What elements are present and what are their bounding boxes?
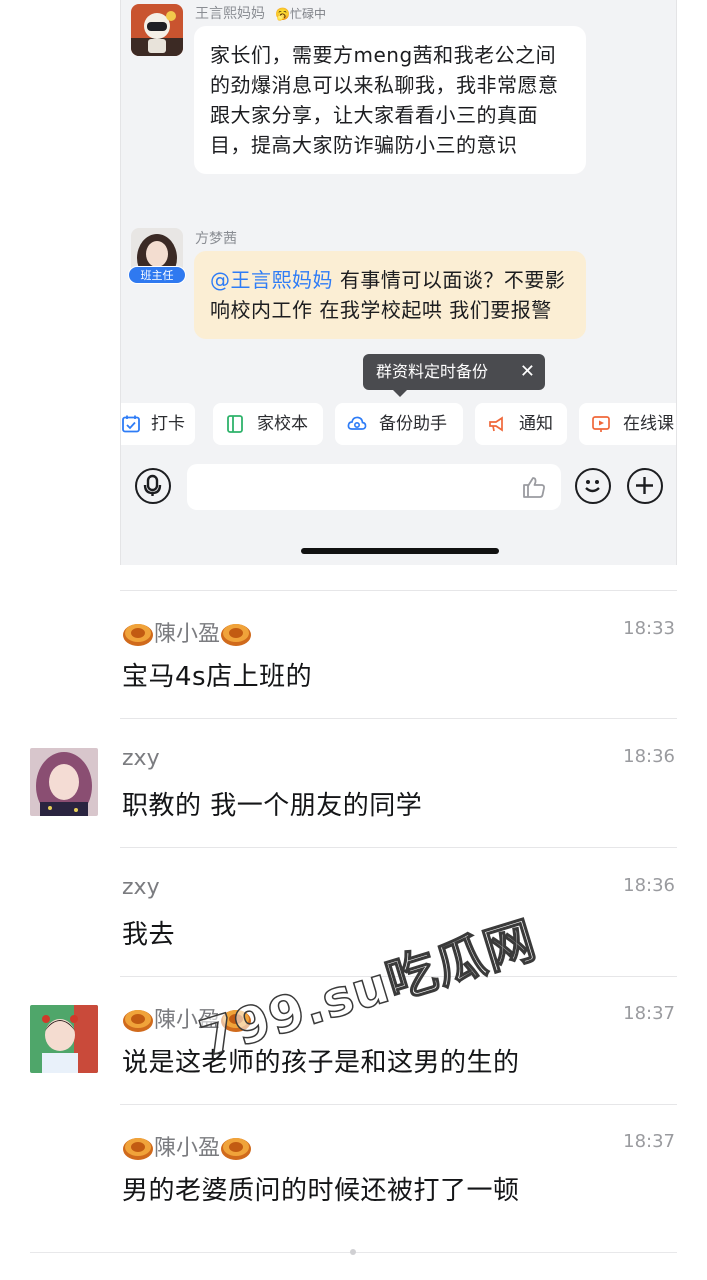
quick-action-notice[interactable]: 通知 [475,403,567,445]
quick-action-label: 打卡 [151,414,185,434]
quick-action-label: 在线课 [623,414,674,434]
cloud-backup-icon [347,416,367,430]
chen-avatar[interactable] [30,1005,98,1073]
quick-action-bar: 打卡 家校本 备份助手 通知 在线课 [121,403,676,445]
more-button[interactable] [627,468,663,504]
microphone-icon [143,474,162,496]
divider [120,590,677,591]
notebook-icon [227,415,243,433]
mooncake-icon [123,1010,153,1032]
sender1-line: 王言熙妈妈 🥱忙碌中 [195,3,326,23]
message-sender: 陳小盈 [122,616,252,648]
plus-icon [636,477,653,494]
quick-action-backup[interactable]: 备份助手 [335,403,463,445]
message-text[interactable]: 我去 [122,914,175,951]
mooncake-icon [221,1138,252,1160]
sender1-avatar[interactable] [131,4,183,56]
thumbs-up-icon[interactable] [521,475,547,499]
scroll-dot [350,1249,356,1255]
tooltip-arrow [393,390,407,397]
divider [120,718,677,719]
live-class-icon [592,416,610,432]
mention-link[interactable]: @王言熙妈妈 [210,268,333,292]
embedded-screenshot: 王言熙妈妈 🥱忙碌中 家长们，需要方meng茜和我老公之间的劲爆消息可以来私聊我，… [120,0,677,565]
sender-name: 陳小盈 [154,1136,221,1161]
divider [120,1104,677,1105]
message-time: 18:36 [623,875,675,896]
message-input[interactable] [187,464,561,510]
divider [120,847,677,848]
message-time: 18:36 [623,746,675,767]
chat-screen: 王言熙妈妈 🥱忙碌中 家长们，需要方meng茜和我老公之间的劲爆消息可以来私聊我，… [0,0,707,1280]
quick-action-homework[interactable]: 家校本 [213,403,323,445]
busy-status-badge: 🥱忙碌中 [275,7,326,21]
message-bubble-2[interactable]: @王言熙妈妈 有事情可以面谈？不要影响校内工作 在我学校起哄 我们要报警 [194,251,586,339]
emoji-button[interactable] [575,468,611,504]
sender-name: 陳小盈 [154,622,221,647]
megaphone-icon [489,416,503,432]
message-bubble-1[interactable]: 家长们，需要方meng茜和我老公之间的劲爆消息可以来私聊我，我非常愿意跟大家分享… [194,26,586,174]
sender1-name: 王言熙妈妈 [195,6,265,22]
quick-action-label: 家校本 [257,414,308,434]
quick-action-checkin[interactable]: 打卡 [121,403,195,445]
message-text[interactable]: 宝马4s店上班的 [122,656,312,693]
message-text[interactable]: 职教的 我一个朋友的同学 [122,785,422,822]
home-indicator [301,548,499,554]
message-time: 18:37 [623,1003,675,1024]
emoji-icon [585,480,600,493]
message-time: 18:33 [623,618,675,639]
mooncake-icon [123,624,153,646]
message-time: 18:37 [623,1131,675,1152]
backup-tooltip: 群资料定时备份 ✕ [363,354,545,390]
sender-name: zxy [122,746,160,771]
message-input-bar [121,462,676,514]
sender2-name: 方梦茜 [195,231,237,247]
calendar-check-icon [122,415,140,433]
close-icon[interactable]: ✕ [520,354,535,390]
quick-action-online-class[interactable]: 在线课 [579,403,676,445]
message-sender: 陳小盈 [122,1130,252,1162]
quick-action-label: 通知 [519,414,553,434]
voice-button[interactable] [135,468,171,504]
tooltip-text: 群资料定时备份 [376,362,489,381]
quick-action-label: 备份助手 [379,414,447,434]
sender-name: zxy [122,875,160,900]
zxy-avatar[interactable] [30,748,98,816]
mooncake-icon [221,624,252,646]
teacher-role-badge: 班主任 [128,266,186,284]
mooncake-icon [123,1138,153,1160]
message-text[interactable]: 男的老婆质问的时候还被打了一顿 [122,1170,520,1207]
message-text[interactable]: 说是这老师的孩子是和这男的生的 [122,1042,520,1079]
